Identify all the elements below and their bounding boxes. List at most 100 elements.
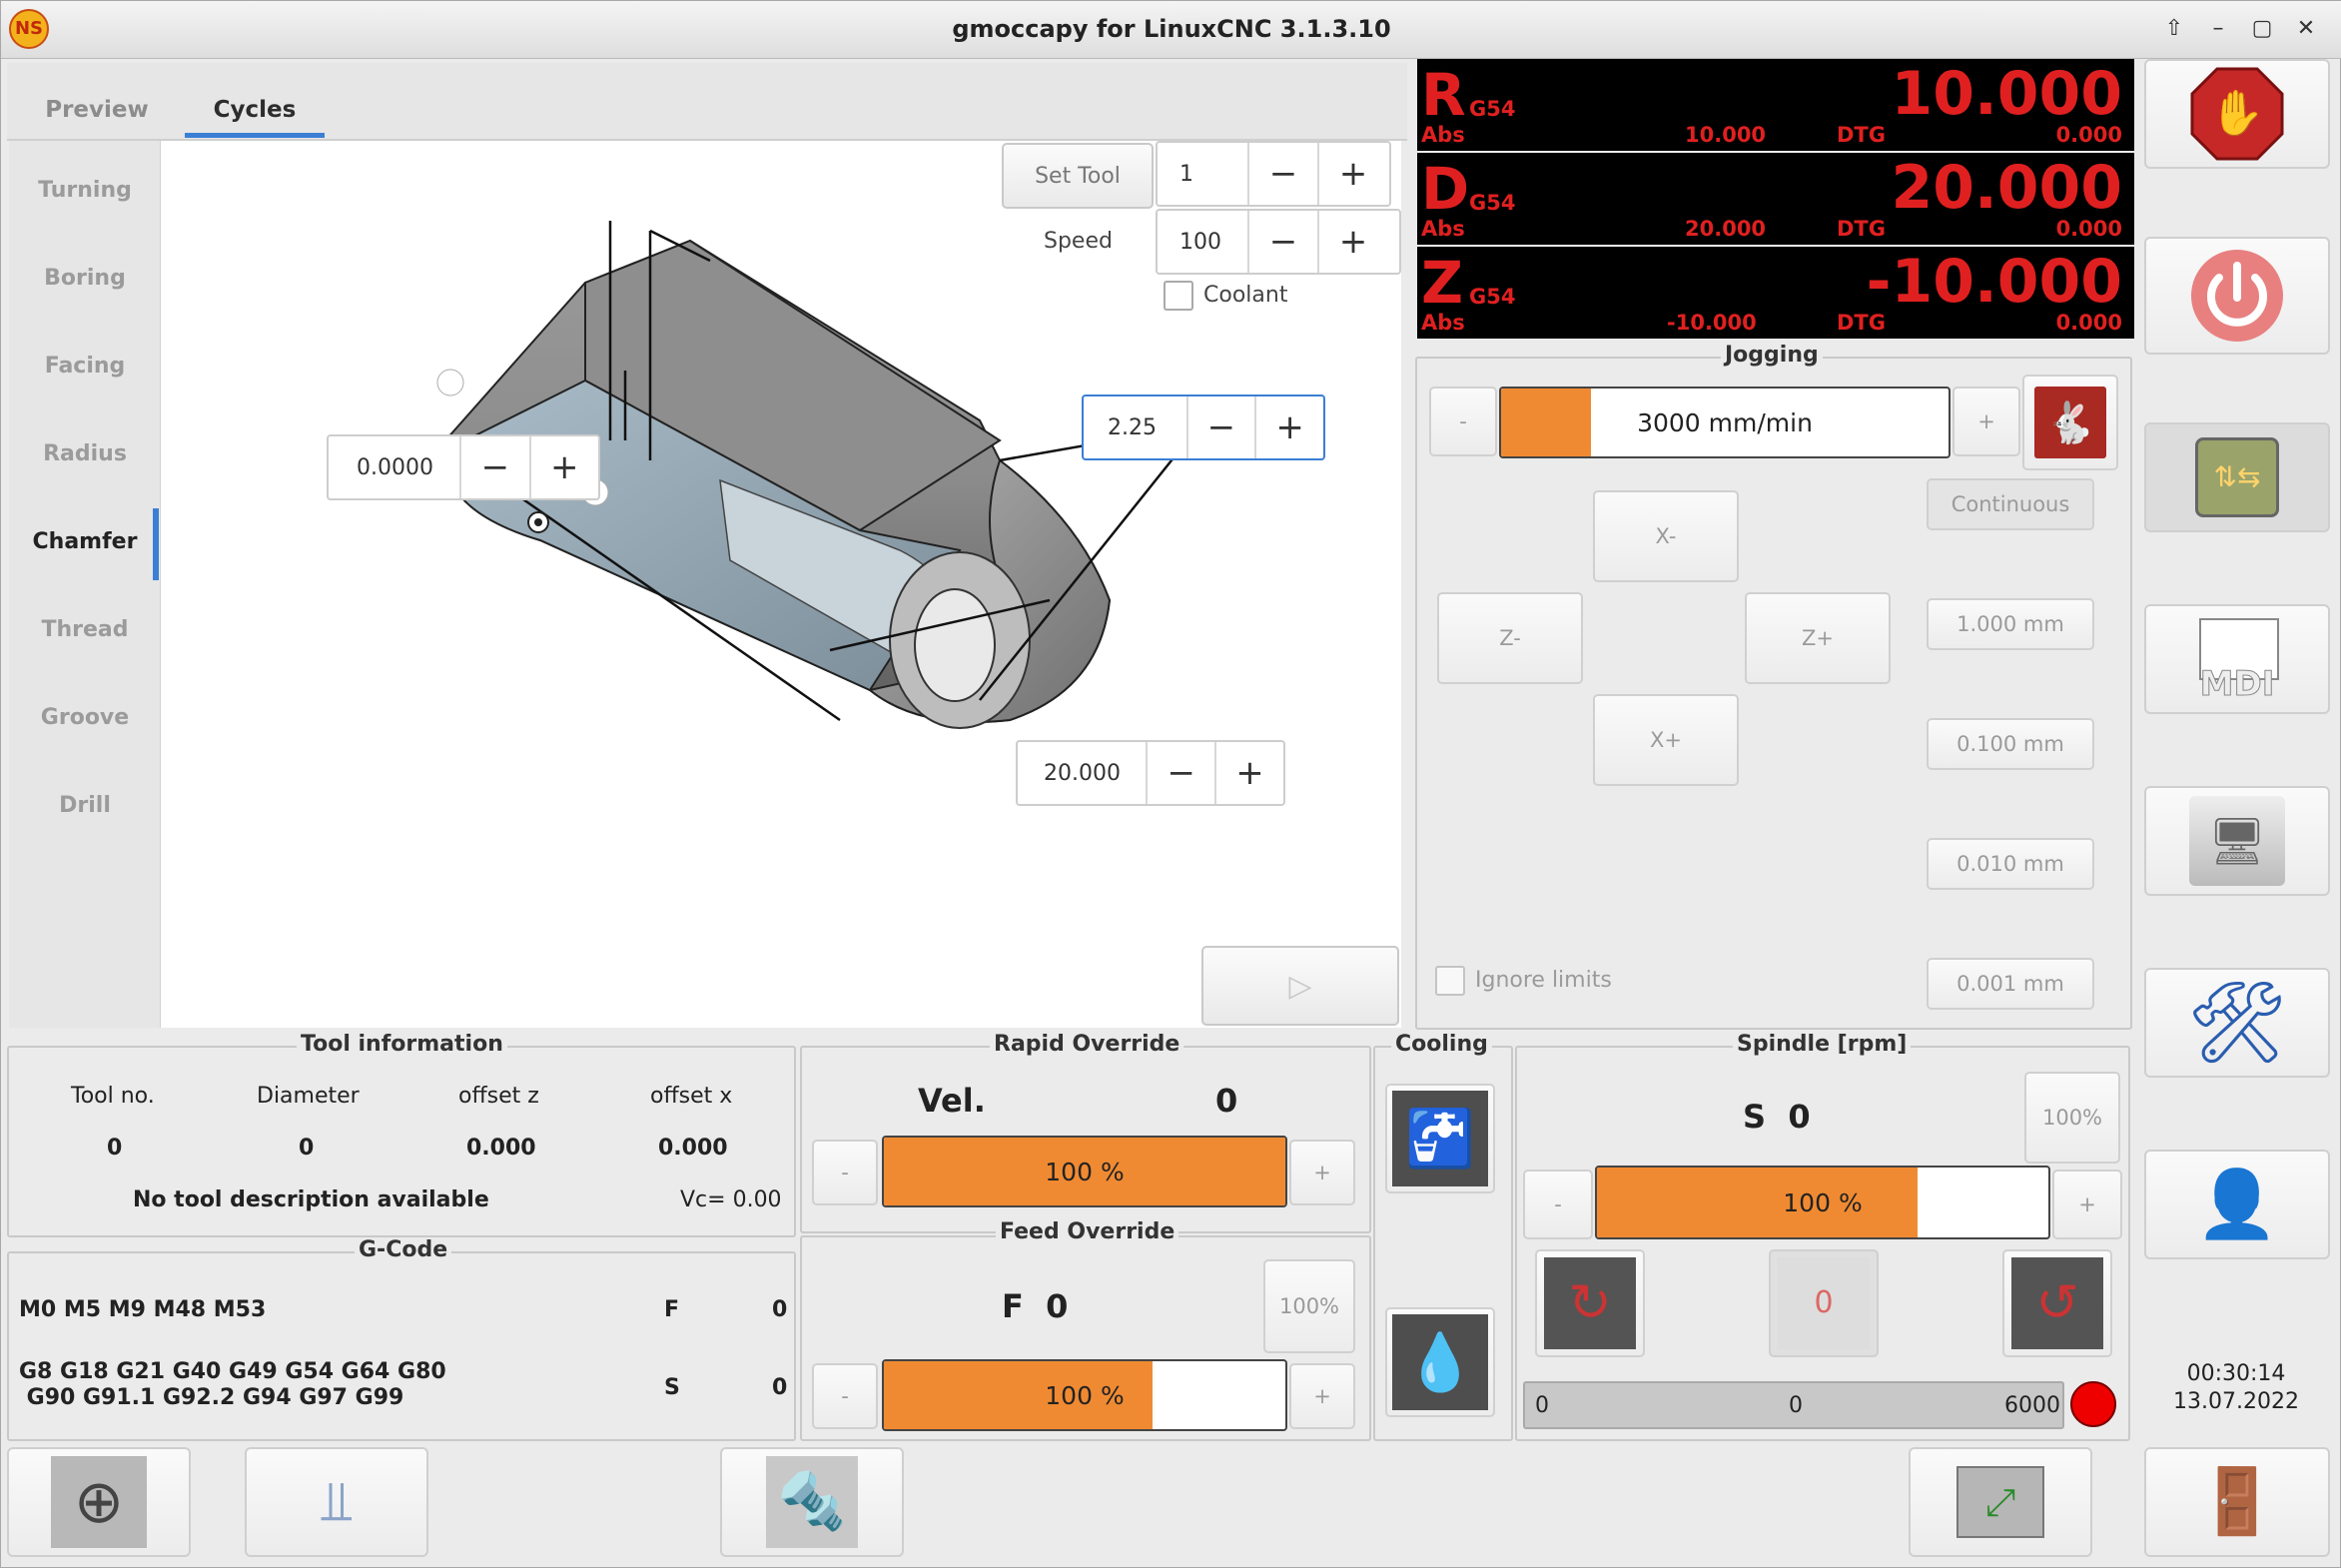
tab-preview[interactable]: Preview <box>27 81 167 139</box>
dro-z-abs-label: Abs <box>1421 311 1465 335</box>
cooling-title: Cooling <box>1391 1032 1492 1057</box>
cycle-boring[interactable]: Boring <box>11 235 159 323</box>
dro-d-coord: G54 <box>1469 191 1516 215</box>
tool-minus-button[interactable]: − <box>1247 143 1317 205</box>
spindle-stop-button[interactable]: 0 <box>1769 1249 1879 1357</box>
touch-off-button[interactable]: ⫫ <box>245 1447 428 1557</box>
chamfer-size-plus-button[interactable]: + <box>1254 396 1323 458</box>
chamfer-size-minus-button[interactable]: − <box>1185 396 1255 458</box>
ignore-limits-checkbox[interactable] <box>1435 966 1465 996</box>
offset-z-value: 0.000 <box>466 1136 536 1161</box>
auto-machine-icon: 🖥 <box>2189 796 2285 886</box>
speed-value[interactable]: 100 <box>1158 230 1247 255</box>
jog-x-plus-button[interactable]: X+ <box>1593 694 1739 786</box>
maximize-icon[interactable]: ▢ <box>2246 15 2278 45</box>
vc-value: Vc= 0.00 <box>680 1187 782 1212</box>
rapid-override-slider[interactable]: 100 % <box>882 1136 1287 1207</box>
cycle-facing[interactable]: Facing <box>11 323 159 410</box>
close-icon[interactable]: ✕ <box>2290 15 2322 45</box>
spindle-minus-button[interactable]: - <box>1523 1170 1593 1239</box>
z-length-plus-button[interactable]: + <box>1214 742 1283 804</box>
spindle-scale-value: 0 <box>1789 1393 1803 1418</box>
rabbit-icon: 🐇 <box>2034 387 2106 458</box>
spindle-speed-label: S 0 <box>1743 1098 1811 1136</box>
increment-0-001mm[interactable]: 0.001 mm <box>1927 958 2094 1010</box>
flood-button[interactable]: 🚰 <box>1385 1084 1495 1193</box>
feed-minus-button[interactable]: - <box>812 1363 878 1429</box>
jog-x-minus-button[interactable]: X- <box>1593 490 1739 582</box>
x-start-plus-button[interactable]: + <box>528 436 598 498</box>
set-tool-button[interactable]: Set Tool <box>1002 143 1154 209</box>
gcode-f-label: F <box>664 1297 680 1322</box>
gcode-s-value: 0 <box>772 1375 788 1400</box>
power-button[interactable] <box>2144 237 2330 355</box>
gcode-gcodes-1: G8 G18 G21 G40 G49 G54 G64 G80 <box>19 1359 446 1384</box>
rapid-minus-button[interactable]: - <box>812 1140 878 1205</box>
dro-r-coord: G54 <box>1469 97 1516 121</box>
rabbit-turtle-button[interactable]: 🐇 <box>2022 375 2118 470</box>
mist-button[interactable]: 💧 <box>1385 1307 1495 1417</box>
tool-icon: 🔩 <box>766 1456 858 1548</box>
home-button[interactable]: ⊕ <box>7 1447 191 1557</box>
exit-button[interactable]: 🚪 <box>2144 1447 2330 1557</box>
tool-plus-button[interactable]: + <box>1317 143 1387 205</box>
z-length-minus-button[interactable]: − <box>1146 742 1214 804</box>
cycle-thread[interactable]: Thread <box>11 586 159 674</box>
tool-value[interactable]: 1 <box>1158 162 1247 187</box>
auto-mode-button[interactable]: 🖥 <box>2144 786 2330 896</box>
increment-continuous[interactable]: Continuous <box>1927 478 2094 530</box>
cycle-chamfer[interactable]: Chamfer <box>11 498 159 586</box>
tool-no-value: 0 <box>107 1136 123 1161</box>
jog-z-plus-button[interactable]: Z+ <box>1745 592 1891 684</box>
dro-r-value: 10.000 <box>1891 59 2122 129</box>
speed-minus-button[interactable]: − <box>1247 211 1317 273</box>
cycle-groove[interactable]: Groove <box>11 674 159 762</box>
settings-button[interactable]: 🛠 <box>2144 968 2330 1078</box>
spindle-forward-button[interactable]: ↻ <box>1535 1249 1645 1357</box>
tool-info-title: Tool information <box>297 1032 507 1057</box>
mdi-button[interactable]: MDI <box>2144 604 2330 714</box>
manual-mode-button[interactable]: ⇅⇆ <box>2144 422 2330 532</box>
estop-button[interactable]: ✋ <box>2144 59 2330 169</box>
run-cycle-button[interactable]: ▷ <box>1201 946 1399 1026</box>
feed-reset-button[interactable]: 100% <box>1263 1259 1355 1353</box>
x-start-value[interactable]: 0.0000 <box>329 455 459 480</box>
home-axes-icon: ⊕ <box>51 1456 147 1548</box>
rapid-override-value: 100 % <box>1045 1157 1125 1186</box>
rapid-override-title: Rapid Override <box>990 1032 1184 1057</box>
jog-z-minus-button[interactable]: Z- <box>1437 592 1583 684</box>
speed-plus-button[interactable]: + <box>1317 211 1387 273</box>
jog-speed-plus-button[interactable]: + <box>1952 387 2020 456</box>
spindle-reset-button[interactable]: 100% <box>2024 1072 2120 1164</box>
window-up-icon[interactable]: ⇧ <box>2158 15 2190 45</box>
feed-override-value: 100 % <box>1045 1380 1125 1410</box>
increment-0-01mm[interactable]: 0.010 mm <box>1927 838 2094 890</box>
fullscreen-button[interactable]: ⤢ <box>1909 1447 2092 1557</box>
jog-speed-slider[interactable]: 3000 mm/min <box>1499 387 1951 458</box>
x-start-minus-button[interactable]: − <box>459 436 528 498</box>
feed-label: F 0 <box>1002 1287 1069 1325</box>
gcode-gcodes-2: G90 G91.1 G92.2 G94 G97 G99 <box>19 1385 404 1410</box>
z-length-value[interactable]: 20.000 <box>1018 761 1146 786</box>
chamfer-size-value[interactable]: 2.25 <box>1084 415 1186 440</box>
rapid-plus-button[interactable]: + <box>1289 1140 1355 1205</box>
feed-override-slider[interactable]: 100 % <box>882 1359 1287 1431</box>
jog-speed-minus-button[interactable]: - <box>1429 387 1497 456</box>
feed-plus-button[interactable]: + <box>1289 1363 1355 1429</box>
increment-1mm[interactable]: 1.000 mm <box>1927 598 2094 650</box>
spindle-override-slider[interactable]: 100 % <box>1595 1166 2050 1239</box>
cycle-radius[interactable]: Radius <box>11 410 159 498</box>
spindle-plus-button[interactable]: + <box>2052 1170 2122 1239</box>
minimize-icon[interactable]: – <box>2202 15 2234 45</box>
clock-time: 00:30:14 <box>2186 1361 2286 1386</box>
cycle-drill[interactable]: Drill <box>11 762 159 850</box>
coolant-checkbox[interactable] <box>1164 281 1193 311</box>
cycle-turning[interactable]: Turning <box>11 147 159 235</box>
user-icon: 👤 <box>2195 1166 2279 1242</box>
tab-cycles[interactable]: Cycles <box>185 81 325 139</box>
tool-change-button[interactable]: 🔩 <box>720 1447 904 1557</box>
spindle-at-speed-led <box>2070 1381 2116 1427</box>
increment-0-1mm[interactable]: 0.100 mm <box>1927 718 2094 770</box>
user-tabs-button[interactable]: 👤 <box>2144 1150 2330 1259</box>
spindle-reverse-button[interactable]: ↺ <box>2002 1249 2112 1357</box>
